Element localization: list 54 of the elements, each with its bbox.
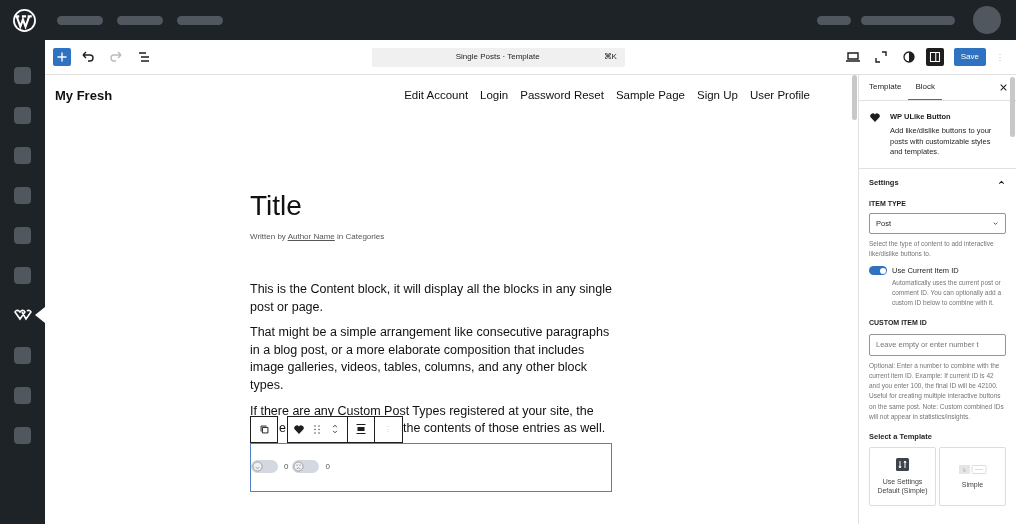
add-block-button[interactable] — [53, 48, 71, 66]
text-fragment: e — [278, 420, 287, 438]
align-icon — [354, 423, 367, 436]
nav-link[interactable]: Password Reset — [520, 87, 604, 105]
drag-handle-icon — [313, 424, 320, 434]
contrast-icon — [902, 51, 915, 63]
settings-sidebar-button[interactable] — [925, 48, 944, 66]
like-count: 0 — [284, 460, 289, 473]
copy-icon — [258, 423, 270, 435]
nav-link[interactable]: Sample Page — [615, 87, 685, 105]
site-title: My Fresh — [55, 87, 113, 106]
heart-icon — [293, 424, 304, 434]
list-icon — [136, 49, 152, 65]
like-count: 0 — [325, 460, 330, 473]
sliders-icon — [896, 458, 909, 472]
content-paragraph: the contents of those entries as well. — [402, 420, 606, 438]
menu-placeholder-bar — [177, 15, 223, 25]
sidebar-icon — [928, 51, 941, 63]
author-link[interactable]: Author Name — [287, 232, 335, 241]
duplicate-button[interactable] — [250, 415, 278, 443]
like-button[interactable] — [251, 460, 278, 474]
button-preview-icon — [958, 464, 987, 474]
command-bar[interactable]: Single Posts · Template ⌘K — [371, 47, 625, 67]
panel-tab[interactable]: Block — [908, 75, 943, 100]
scrollbar — [852, 75, 857, 120]
dislike-button[interactable] — [292, 460, 320, 474]
toggle-switch[interactable] — [869, 266, 887, 276]
plus-icon — [56, 51, 68, 63]
panel-tab[interactable]: Template — [862, 75, 909, 100]
expand-icon — [872, 49, 889, 65]
menu-placeholder-bar — [817, 15, 851, 25]
chevron-down-icon — [992, 220, 999, 228]
scrollbar — [1010, 77, 1015, 137]
menu-placeholder-bar — [57, 15, 103, 25]
heart-icon — [870, 113, 880, 122]
nav-link[interactable]: Sign Up — [697, 87, 738, 105]
menu-placeholder-bar — [117, 15, 163, 25]
nav-link[interactable]: Edit Account — [404, 87, 469, 105]
avatar — [973, 6, 1001, 34]
laptop-icon — [844, 49, 861, 65]
nav-link[interactable]: Login — [480, 87, 509, 105]
nav-link[interactable]: User Profile — [749, 87, 810, 105]
wordpress-logo-icon — [12, 7, 37, 33]
post-byline: Written by Author Name in Categories — [250, 231, 386, 243]
close-icon — [998, 83, 1008, 92]
redo-icon — [108, 49, 124, 65]
post-title: Title — [250, 189, 303, 223]
save-button[interactable]: Save — [953, 48, 986, 66]
content-paragraph: This is the Content block, it will display all the blocks in any single post or page. — [250, 281, 612, 316]
smile-icon — [252, 461, 263, 473]
undo-icon — [80, 49, 96, 65]
hearts-logo-icon — [12, 309, 33, 321]
content-paragraph: That might be a simple arrangement like consecutive paragraphs in a blog post, or a more elaborate composition that includes image galleries, videos, tables, columns, and any other block types. — [250, 324, 611, 394]
frown-icon — [293, 461, 305, 473]
